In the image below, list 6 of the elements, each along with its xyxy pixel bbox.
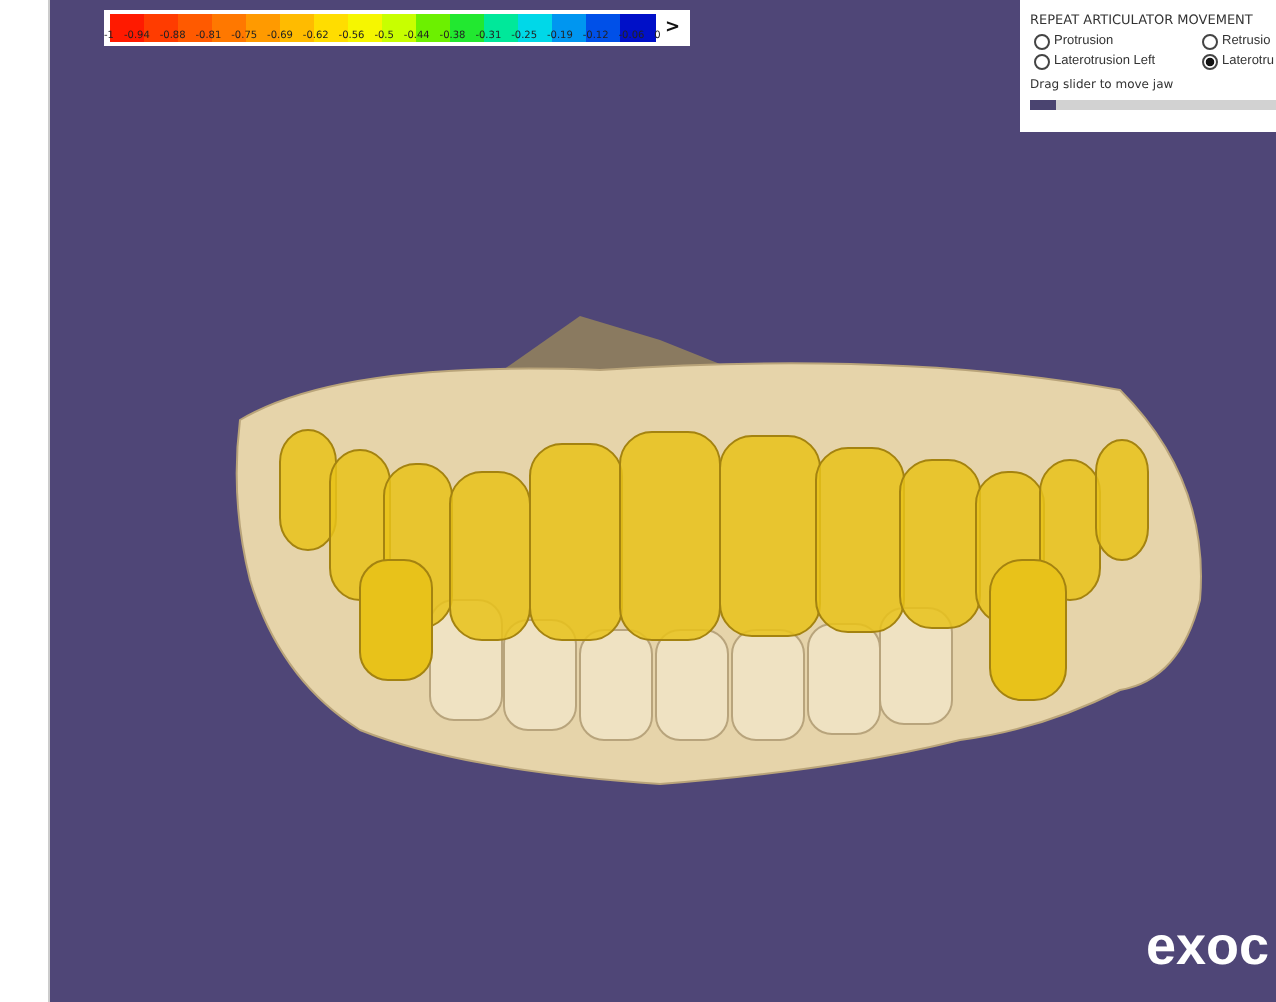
logo: exoc xyxy=(1146,916,1270,978)
radio-button[interactable] xyxy=(1034,33,1050,49)
jaw-slider[interactable] xyxy=(1030,100,1276,110)
radio-button[interactable] xyxy=(1202,33,1218,49)
radio-button[interactable] xyxy=(1034,53,1050,69)
radio-button[interactable] xyxy=(1202,53,1218,69)
